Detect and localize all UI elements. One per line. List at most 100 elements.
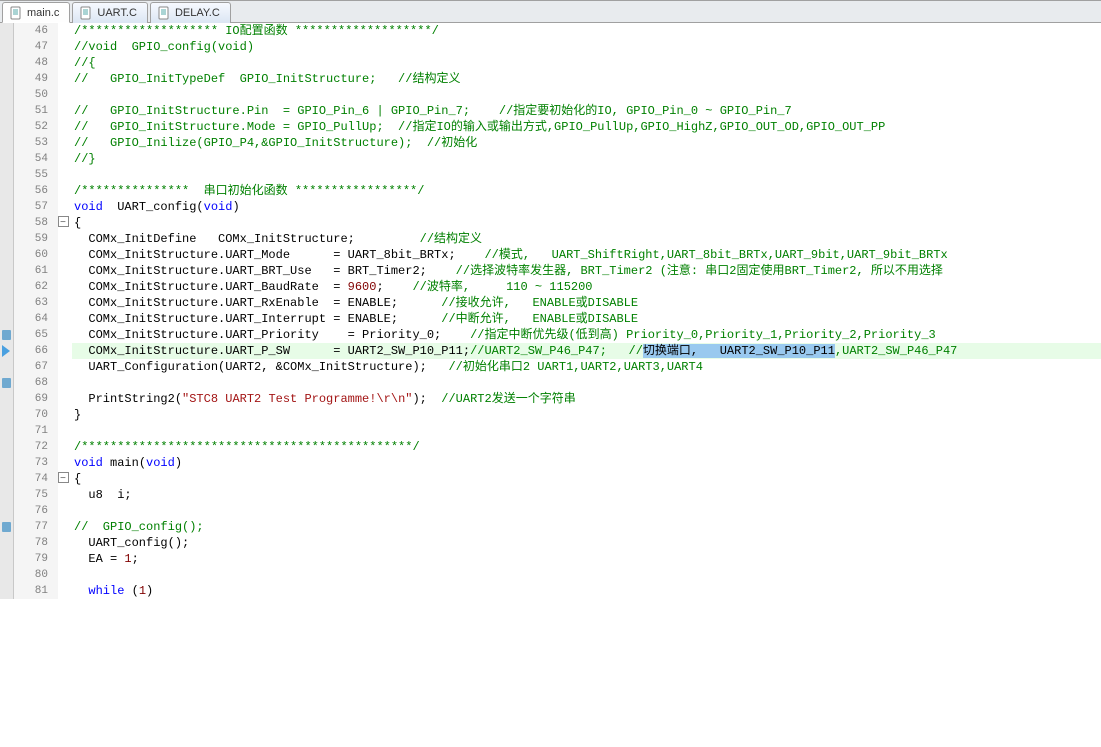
code-text[interactable]: // GPIO_Inilize(GPIO_P4,&GPIO_InitStruct… [72,135,1101,151]
gutter[interactable] [0,439,14,455]
code-line[interactable]: 51// GPIO_InitStructure.Pin = GPIO_Pin_6… [0,103,1101,119]
gutter[interactable] [0,23,14,39]
code-line[interactable]: 57void UART_config(void) [0,199,1101,215]
code-text[interactable] [72,503,1101,519]
gutter[interactable] [0,39,14,55]
gutter[interactable] [0,135,14,151]
gutter[interactable] [0,567,14,583]
code-text[interactable]: { [72,215,1101,231]
code-line[interactable]: 68 [0,375,1101,391]
code-text[interactable]: /*************** 串口初始化函数 ***************… [72,183,1101,199]
bookmark-icon[interactable] [0,327,14,343]
code-text[interactable]: u8 i; [72,487,1101,503]
code-line[interactable]: 60 COMx_InitStructure.UART_Mode = UART_8… [0,247,1101,263]
gutter[interactable] [0,391,14,407]
code-text[interactable]: COMx_InitStructure.UART_BaudRate = 9600;… [72,279,1101,295]
gutter[interactable] [0,263,14,279]
gutter[interactable] [0,183,14,199]
code-text[interactable] [72,87,1101,103]
code-line[interactable]: 62 COMx_InitStructure.UART_BaudRate = 96… [0,279,1101,295]
gutter[interactable] [0,551,14,567]
code-text[interactable]: COMx_InitStructure.UART_Priority = Prior… [72,327,1101,343]
code-line[interactable]: 72/*************************************… [0,439,1101,455]
code-text[interactable] [72,567,1101,583]
gutter[interactable] [0,583,14,599]
code-line[interactable]: 64 COMx_InitStructure.UART_Interrupt = E… [0,311,1101,327]
code-line[interactable]: 56/*************** 串口初始化函数 *************… [0,183,1101,199]
gutter[interactable] [0,87,14,103]
code-line[interactable]: 61 COMx_InitStructure.UART_BRT_Use = BRT… [0,263,1101,279]
code-text[interactable] [72,423,1101,439]
code-text[interactable] [72,167,1101,183]
code-line[interactable]: 79 EA = 1; [0,551,1101,567]
code-line[interactable]: 55 [0,167,1101,183]
gutter[interactable] [0,231,14,247]
code-text[interactable]: //{ [72,55,1101,71]
gutter[interactable] [0,199,14,215]
code-line[interactable]: 46/******************* IO配置函数 **********… [0,23,1101,39]
gutter[interactable] [0,55,14,71]
code-line[interactable]: 59 COMx_InitDefine COMx_InitStructure; /… [0,231,1101,247]
code-text[interactable]: void UART_config(void) [72,199,1101,215]
code-line[interactable]: 53// GPIO_Inilize(GPIO_P4,&GPIO_InitStru… [0,135,1101,151]
code-text[interactable]: UART_config(); [72,535,1101,551]
gutter[interactable] [0,279,14,295]
code-line[interactable]: 80 [0,567,1101,583]
current-line-arrow-icon[interactable] [0,343,14,359]
bookmark-icon[interactable] [0,375,14,391]
code-text[interactable]: // GPIO_InitStructure.Pin = GPIO_Pin_6 |… [72,103,1101,119]
code-text[interactable] [72,375,1101,391]
gutter[interactable] [0,503,14,519]
tab-delay-c[interactable]: DELAY.C [150,2,231,23]
code-line[interactable]: 76 [0,503,1101,519]
code-text[interactable]: COMx_InitStructure.UART_RxEnable = ENABL… [72,295,1101,311]
code-line[interactable]: 81 while (1) [0,583,1101,599]
code-line[interactable]: 66 COMx_InitStructure.UART_P_SW = UART2_… [0,343,1101,359]
code-line[interactable]: 63 COMx_InitStructure.UART_RxEnable = EN… [0,295,1101,311]
tab-uart-c[interactable]: UART.C [72,2,148,23]
gutter[interactable] [0,215,14,231]
code-line[interactable]: 73void main(void) [0,455,1101,471]
gutter[interactable] [0,295,14,311]
gutter[interactable] [0,247,14,263]
code-text[interactable]: { [72,471,1101,487]
code-line[interactable]: 77// GPIO_config(); [0,519,1101,535]
fold-toggle-icon[interactable] [58,471,72,487]
code-line[interactable]: 71 [0,423,1101,439]
code-text[interactable]: UART_Configuration(UART2, &COMx_InitStru… [72,359,1101,375]
gutter[interactable] [0,311,14,327]
gutter[interactable] [0,535,14,551]
code-text[interactable]: PrintString2("STC8 UART2 Test Programme!… [72,391,1101,407]
gutter[interactable] [0,407,14,423]
gutter[interactable] [0,167,14,183]
code-line[interactable]: 48//{ [0,55,1101,71]
gutter[interactable] [0,151,14,167]
code-text[interactable]: void main(void) [72,455,1101,471]
code-text[interactable]: } [72,407,1101,423]
code-editor[interactable]: 46/******************* IO配置函数 **********… [0,23,1101,747]
code-text[interactable]: //void GPIO_config(void) [72,39,1101,55]
gutter[interactable] [0,471,14,487]
code-text[interactable]: /***************************************… [72,439,1101,455]
code-line[interactable]: 70} [0,407,1101,423]
code-line[interactable]: 58{ [0,215,1101,231]
code-text[interactable]: COMx_InitStructure.UART_Mode = UART_8bit… [72,247,1101,263]
bookmark-icon[interactable] [0,519,14,535]
code-text[interactable]: EA = 1; [72,551,1101,567]
gutter[interactable] [0,71,14,87]
code-line[interactable]: 75 u8 i; [0,487,1101,503]
code-text[interactable]: // GPIO_config(); [72,519,1101,535]
code-text[interactable]: // GPIO_InitStructure.Mode = GPIO_PullUp… [72,119,1101,135]
code-line[interactable]: 49// GPIO_InitTypeDef GPIO_InitStructure… [0,71,1101,87]
gutter[interactable] [0,423,14,439]
code-line[interactable]: 47//void GPIO_config(void) [0,39,1101,55]
code-text[interactable]: while (1) [72,583,1101,599]
code-text[interactable]: COMx_InitStructure.UART_P_SW = UART2_SW_… [72,343,1101,359]
gutter[interactable] [0,359,14,375]
code-text[interactable]: /******************* IO配置函数 ************… [72,23,1101,39]
code-line[interactable]: 74{ [0,471,1101,487]
code-text[interactable]: COMx_InitStructure.UART_BRT_Use = BRT_Ti… [72,263,1101,279]
code-text[interactable]: //} [72,151,1101,167]
code-line[interactable]: 67 UART_Configuration(UART2, &COMx_InitS… [0,359,1101,375]
code-text[interactable]: COMx_InitDefine COMx_InitStructure; //结构… [72,231,1101,247]
